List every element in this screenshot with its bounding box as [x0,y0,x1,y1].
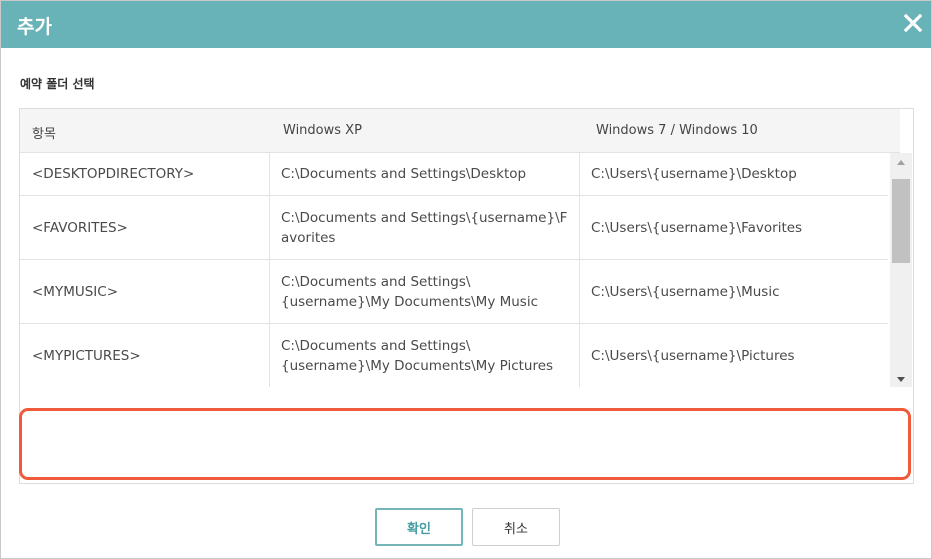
table-row[interactable]: <MYPICTURES> C:\Documents and Settings\{… [20,324,888,388]
cell-win7-path: C:\Users\{username}\Favorites [591,219,803,236]
header-windows-xp: Windows XP [283,123,362,138]
cell-xp-path: C:\Documents and Settings\Desktop [270,153,580,195]
cell-item: <FAVORITES> [20,196,270,259]
scroll-up-arrow-icon[interactable] [890,153,912,173]
cell-win7-path: C:\Users\{username}\Desktop [591,166,797,182]
header-windows-7-10: Windows 7 / Windows 10 [596,123,758,138]
table-row[interactable]: <MYMUSIC> C:\Documents and Settings\{use… [20,260,888,324]
cell-win7-path: C:\Users\{username}\Pictures [591,347,795,364]
table-row[interactable]: <DESKTOPDIRECTORY> C:\Documents and Sett… [20,153,888,196]
table-body: <DESKTOPDIRECTORY> C:\Documents and Sett… [20,153,888,388]
dialog-titlebar: 추가 [1,1,931,48]
scroll-down-arrow-icon[interactable] [890,369,912,389]
cancel-button[interactable]: 취소 [472,508,560,546]
header-item: 항목 [32,127,56,142]
folder-table: 항목 Windows XP Windows 7 / Windows 10 <DE… [19,108,914,390]
cell-xp-path: C:\Documents and Settings\{username}\My … [270,324,580,387]
highlight-box [19,408,911,480]
section-label: 예약 폴더 선택 [20,77,95,91]
cell-item: <MYMUSIC> [20,260,270,323]
confirm-button[interactable]: 확인 [375,508,463,546]
cell-item: <MYPICTURES> [20,324,270,387]
table-scrollbar[interactable] [890,153,912,389]
close-icon[interactable] [902,12,924,34]
cell-xp-path: C:\Documents and Settings\{username}\My … [270,260,580,323]
table-row[interactable]: <FAVORITES> C:\Documents and Settings\{u… [20,196,888,260]
add-dialog: 추가 예약 폴더 선택 항목 Windows XP Windows 7 / Wi… [0,0,932,559]
dialog-title: 추가 [17,16,52,38]
scrollbar-thumb[interactable] [892,179,910,263]
table-header: 항목 Windows XP Windows 7 / Windows 10 [20,109,900,153]
cell-xp-path: C:\Documents and Settings\{username}\Fav… [270,196,580,259]
cell-item: <DESKTOPDIRECTORY> [20,153,270,195]
cell-win7-path: C:\Users\{username}\Music [591,283,780,300]
